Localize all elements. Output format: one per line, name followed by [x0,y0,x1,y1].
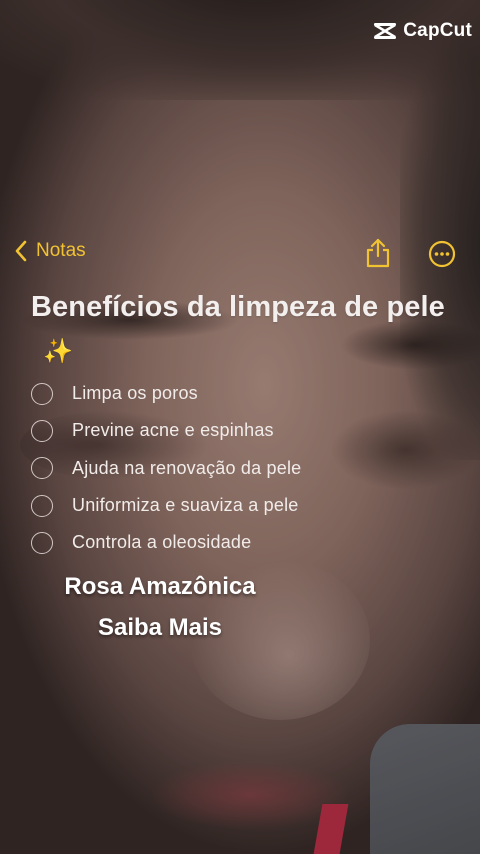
share-icon[interactable] [364,237,392,269]
checklist-item-label[interactable]: Ajuda na renovação da pele [72,458,301,479]
checkbox-circle[interactable] [31,457,53,480]
checklist-item: Limpa os poros [31,375,301,412]
checkbox-circle[interactable] [31,382,53,405]
capcut-logo-icon [374,23,397,39]
checklist-item-label[interactable]: Controla a oleosidade [72,532,251,553]
checkbox-circle[interactable] [31,419,53,442]
checklist-item: Uniformiza e suaviza a pele [31,487,301,524]
note-title-text: Benefícios da limpeza de pele [31,291,445,323]
learn-more-overlay-text: Saiba Mais [97,614,223,641]
chevron-left-icon [15,240,27,262]
back-to-notes-button[interactable]: Notas [14,240,86,262]
checklist-item: Previne acne e espinhas [31,412,301,449]
checklist-item: Ajuda na renovação da pele [31,450,301,487]
capcut-brand-text: CapCut [403,20,472,41]
checkbox-circle[interactable] [31,531,53,554]
checklist-item: Controla a oleosidade [31,524,301,561]
note-title[interactable]: Benefícios da limpeza de pele ✨ [31,285,451,374]
checklist-item-label[interactable]: Limpa os poros [72,383,198,404]
back-label: Notas [36,240,86,261]
checkbox-circle[interactable] [31,494,53,517]
checklist: Limpa os poros Previne acne e espinhas A… [31,375,301,561]
sparkles-icon: ✨ [43,338,73,365]
brand-overlay-text: Rosa Amazônica [64,573,256,600]
checklist-item-label[interactable]: Uniformiza e suaviza a pele [72,495,299,516]
capcut-watermark: CapCut [373,20,472,42]
ellipsis-circle-icon[interactable] [428,240,456,268]
checklist-item-label[interactable]: Previne acne e espinhas [72,420,274,441]
